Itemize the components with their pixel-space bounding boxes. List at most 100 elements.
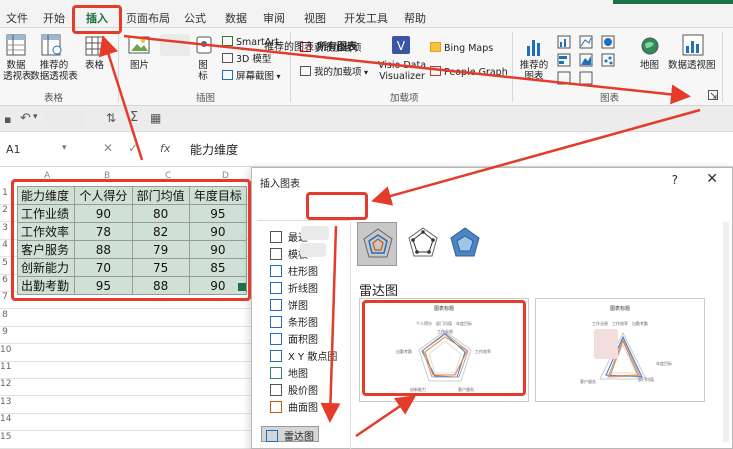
chart-type-item[interactable]: 折线图 [270, 280, 318, 296]
tab-developer[interactable]: 开发工具 [344, 10, 388, 26]
tab-all-charts[interactable]: 所有图表 [317, 38, 357, 53]
bar-chart-icon [270, 316, 282, 328]
recommended-charts-icon[interactable] [524, 34, 544, 61]
chart-type-item[interactable]: 雷达图 [261, 426, 319, 443]
row-number[interactable]: 5 [0, 258, 10, 268]
row-number[interactable]: 14 [0, 414, 11, 424]
surface-chart-icon [270, 401, 282, 413]
chart-type-label: 折线图 [288, 284, 318, 295]
pivot-table-label-2[interactable]: 透视表 [3, 71, 32, 82]
row-number[interactable]: 8 [0, 310, 10, 320]
radar-chart-icon [266, 430, 278, 442]
save-icon[interactable]: ▪ [4, 113, 11, 126]
chart-types-grid-icon[interactable] [556, 34, 626, 89]
tab-help[interactable]: 帮助 [404, 10, 426, 26]
recommended-pivot-label-2[interactable]: 数据透视表 [30, 71, 78, 82]
table-icon[interactable] [85, 36, 105, 59]
chart-type-item[interactable]: 饼图 [270, 297, 308, 313]
preview-legend: 工作业绩 工作效率 出勤考勤 [592, 321, 648, 326]
name-box[interactable]: A1 [0, 139, 60, 161]
radar-subtype-filled[interactable] [445, 222, 485, 266]
tab-recommended-charts[interactable]: 推荐的图表 [264, 38, 314, 53]
radar-preview-2[interactable]: 图表标题 工作业绩 工作效率 出勤考勤 客户服务 部门均值 年度目标 [535, 298, 705, 402]
tab-home[interactable]: 开始 [43, 10, 65, 26]
undo-dropdown-icon[interactable]: ▾ [33, 112, 38, 122]
recommended-pivot-icon[interactable] [41, 34, 63, 59]
chart-type-item[interactable]: 股价图 [270, 382, 318, 398]
radar-subtype-markers[interactable] [403, 222, 443, 266]
chart-dialog-launcher-icon[interactable] [708, 90, 718, 103]
map-label[interactable]: 地图 [640, 60, 659, 71]
icons-label-1[interactable]: 图 [194, 60, 212, 71]
chart-type-item[interactable]: X Y 散点图 [270, 348, 337, 364]
row-number[interactable]: 7 [0, 292, 10, 302]
visio-icon[interactable]: V [390, 34, 412, 59]
chart-type-label: 条形图 [288, 318, 318, 329]
stock-chart-icon [270, 384, 282, 396]
row-number[interactable]: 12 [0, 379, 11, 389]
row-number[interactable]: 15 [0, 432, 11, 442]
shapes-icon-blurred[interactable] [160, 34, 190, 56]
insert-function-icon[interactable]: fx [160, 142, 170, 155]
row-number[interactable]: 13 [0, 397, 11, 407]
chart-type-item[interactable]: 地图 [270, 365, 308, 381]
screenshot-button[interactable]: 屏幕截图 ▾ [222, 70, 281, 82]
redo-icon-blurred[interactable] [46, 111, 86, 127]
blur-patch [594, 329, 618, 359]
row-number[interactable]: 9 [0, 327, 10, 337]
autosum-icon[interactable]: Σ [130, 110, 138, 125]
chart-type-item[interactable]: 柱形图 [270, 263, 318, 279]
row-number[interactable]: 3 [0, 223, 10, 233]
recommended-pivot-label-1[interactable]: 推荐的 [30, 60, 78, 71]
tab-file[interactable]: 文件 [6, 10, 28, 26]
tab-page-layout[interactable]: 页面布局 [126, 10, 170, 26]
chart-type-item[interactable]: 条形图 [270, 314, 318, 330]
icons-label-2[interactable]: 标 [194, 71, 212, 82]
map-icon[interactable] [640, 36, 660, 59]
recommended-charts-label-1[interactable]: 推荐的 [518, 60, 550, 71]
spreadsheet-icon[interactable]: ▦ [150, 111, 161, 125]
radar-subtype-basic[interactable] [357, 222, 397, 266]
cancel-icon[interactable]: ✕ [103, 141, 113, 155]
my-addins-button[interactable]: 我的加载项 ▾ [300, 66, 368, 78]
chart-type-item[interactable]: 曲面图 [270, 399, 318, 415]
visio-label-2[interactable]: Visualizer [378, 71, 426, 82]
row-number[interactable]: 1 [0, 188, 10, 198]
row-number[interactable]: 6 [0, 275, 10, 285]
pivot-table-label-1[interactable]: 数据 [3, 60, 29, 71]
visio-label-1[interactable]: Visio Data [378, 60, 426, 71]
name-box-dropdown-icon[interactable]: ▾ [62, 143, 67, 153]
pivot-chart-label[interactable]: 数据透视图 [668, 60, 716, 71]
pivot-table-icon[interactable] [6, 34, 26, 59]
undo-icon[interactable]: ↶ [20, 111, 31, 126]
chart-type-label: 面积图 [288, 335, 318, 346]
pictures-icon[interactable] [128, 36, 150, 57]
pictures-label[interactable]: 图片 [130, 60, 149, 71]
tab-formulas[interactable]: 公式 [184, 10, 206, 26]
column-chart-icon [270, 265, 282, 277]
blur-patch [301, 226, 329, 240]
bing-maps-button[interactable]: Bing Maps [430, 42, 493, 54]
title-accent-bar [613, 0, 733, 4]
row-number[interactable]: 11 [0, 362, 11, 372]
enter-icon[interactable]: ✓ [128, 141, 138, 155]
tab-data[interactable]: 数据 [225, 10, 247, 26]
icons-icon[interactable] [196, 36, 212, 57]
people-graph-button[interactable]: People Graph [430, 66, 508, 78]
sort-icon[interactable]: ⇅ [106, 111, 116, 125]
tab-review[interactable]: 审阅 [263, 10, 285, 26]
pivot-chart-icon[interactable] [682, 34, 704, 59]
chart-type-label: 地图 [288, 369, 308, 380]
close-icon[interactable]: ✕ [706, 171, 718, 187]
help-icon[interactable]: ? [672, 173, 678, 187]
table-button-label[interactable]: 表格 [85, 60, 104, 71]
formula-input[interactable]: 能力维度 [190, 141, 238, 158]
tab-view[interactable]: 视图 [304, 10, 326, 26]
row-number[interactable]: 10 [0, 345, 11, 355]
chart-type-item[interactable]: 面积图 [270, 331, 318, 347]
dialog-scrollbar[interactable] [723, 222, 729, 442]
row-number[interactable]: 4 [0, 240, 10, 250]
row-number[interactable]: 2 [0, 205, 10, 215]
recommended-charts-label-2[interactable]: 图表 [518, 71, 550, 82]
3d-model-button[interactable]: 3D 模型 [222, 53, 271, 65]
